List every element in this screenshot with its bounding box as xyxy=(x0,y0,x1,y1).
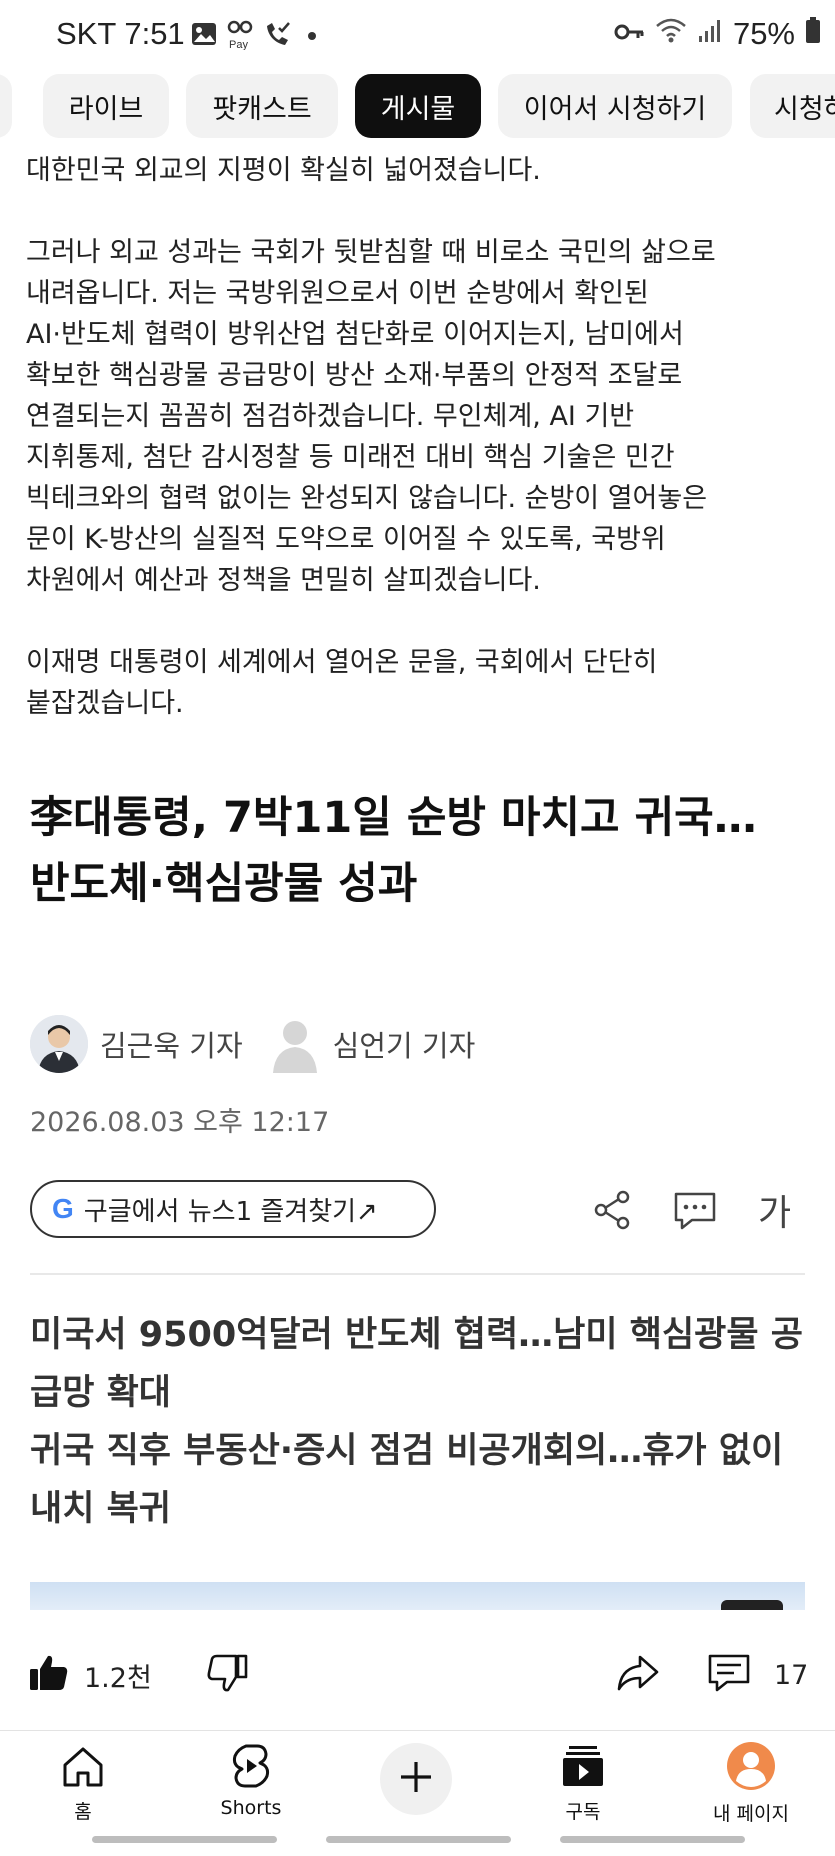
paragraph-2: 그러나 외교 성과는 국회가 뒷받침할 때 비로소 국민의 삶으로 내려옵니다.… xyxy=(26,237,716,596)
carrier-time: SKT 7:51 xyxy=(56,16,185,51)
google-news-follow-button[interactable]: G 구글에서 뉴스1 즐겨찾기↗ xyxy=(30,1180,436,1238)
comments-button[interactable]: 17 xyxy=(706,1640,808,1710)
filter-chips: 라이브 팟캐스트 게시물 이어서 시청하기 시청하 xyxy=(0,74,835,140)
status-right: 75% xyxy=(613,16,821,52)
gesture-bar-left xyxy=(92,1836,277,1843)
call-icon xyxy=(262,20,290,48)
nav-mypage-label: 내 페이지 xyxy=(713,1803,789,1825)
comment-icon[interactable] xyxy=(672,1178,718,1242)
nav-shorts-label: Shorts xyxy=(220,1797,282,1819)
summary-line-2: 귀국 직후 부동산·증시 점검 비공개회의…휴가 없이 내치 복귀 xyxy=(30,1431,784,1529)
chip-continue-watching[interactable]: 이어서 시청하기 xyxy=(498,74,732,138)
image-badge xyxy=(721,1600,783,1610)
bottom-nav: 홈 Shorts 구독 내 페이지 xyxy=(0,1735,835,1830)
plus-icon xyxy=(398,1759,434,1799)
author-row: 김근욱 기자 심언기 기자 xyxy=(30,1012,501,1076)
author-avatar[interactable] xyxy=(30,1015,88,1073)
post-action-bar: 1.2천 17 xyxy=(0,1640,835,1710)
like-button[interactable]: 1.2천 xyxy=(28,1640,152,1710)
dot-icon xyxy=(306,20,318,48)
key-icon xyxy=(613,16,645,52)
thumbs-down-icon xyxy=(206,1652,248,1698)
article-date: 2026.08.03 오후 12:17 xyxy=(30,1107,330,1138)
summary-line-1: 미국서 9500억달러 반도체 협력…남미 핵심광물 공급망 확대 xyxy=(30,1315,803,1413)
paragraph-1: 대한민국 외교의 지평이 확실히 넓어졌습니다. xyxy=(26,155,541,186)
author-placeholder-icon xyxy=(269,1015,321,1073)
thumbs-up-icon xyxy=(28,1652,70,1698)
pay-icon: Pay xyxy=(226,20,256,51)
nav-home-label: 홈 xyxy=(74,1801,92,1823)
article-headline: 李대통령, 7박11일 순방 마치고 귀국…반도체·핵심광물 성과 xyxy=(30,793,757,909)
pay-label: Pay xyxy=(229,39,248,50)
font-size-button[interactable]: 가 xyxy=(758,1178,791,1242)
battery-percent: 75% xyxy=(732,16,795,51)
chip-watched[interactable]: 시청하 xyxy=(750,74,835,138)
gesture-bar-center xyxy=(326,1836,511,1843)
shorts-icon xyxy=(231,1743,271,1793)
share-button[interactable] xyxy=(616,1640,660,1710)
nav-subscriptions[interactable]: 구독 xyxy=(508,1735,658,1830)
chip-podcast[interactable]: 팟캐스트 xyxy=(186,74,338,138)
create-button[interactable] xyxy=(380,1743,452,1815)
author-2-name[interactable]: 심언기 기자 xyxy=(333,1023,476,1065)
article-summary: 미국서 9500억달러 반도체 협력…남미 핵심광물 공급망 확대 귀국 직후 … xyxy=(30,1306,810,1538)
nav-shorts[interactable]: Shorts xyxy=(176,1735,326,1830)
nav-home[interactable]: 홈 xyxy=(8,1735,158,1830)
comment-count: 17 xyxy=(774,1659,809,1691)
article-image[interactable] xyxy=(30,1582,805,1610)
profile-avatar-icon xyxy=(726,1741,776,1795)
battery-icon xyxy=(805,16,821,52)
google-button-label: 구글에서 뉴스1 즐겨찾기↗ xyxy=(83,1196,378,1227)
google-logo-icon: G xyxy=(52,1193,74,1224)
like-count: 1.2천 xyxy=(84,1662,152,1694)
gallery-icon xyxy=(190,20,218,48)
gesture-bar-right xyxy=(560,1836,745,1843)
author-1-name[interactable]: 김근욱 기자 xyxy=(100,1023,243,1065)
nav-mypage[interactable]: 내 페이지 xyxy=(676,1735,826,1830)
status-bar: SKT 7:51 Pay 75% xyxy=(0,0,835,72)
signal-icon xyxy=(697,16,723,52)
chip-posts[interactable]: 게시물 xyxy=(355,74,481,138)
wifi-icon xyxy=(655,16,687,52)
nav-subscriptions-label: 구독 xyxy=(565,1801,601,1823)
share-arrow-icon xyxy=(616,1653,660,1697)
comment-bubble-icon xyxy=(706,1651,752,1699)
divider xyxy=(30,1273,805,1275)
share-icon[interactable] xyxy=(590,1178,634,1242)
article-body: 대한민국 외교의 지평이 확실히 넓어졌습니다. 그러나 외교 성과는 국회가 … xyxy=(26,150,806,724)
chip-partial-left[interactable] xyxy=(0,74,12,138)
nav-separator xyxy=(0,1730,835,1731)
paragraph-3: 이재명 대통령이 세계에서 열어온 문을, 국회에서 단단히 붙잡겠습니다. xyxy=(26,647,658,719)
chip-live[interactable]: 라이브 xyxy=(43,74,169,138)
dislike-button[interactable] xyxy=(206,1640,248,1710)
subscriptions-icon xyxy=(560,1743,606,1793)
home-icon xyxy=(60,1745,106,1793)
